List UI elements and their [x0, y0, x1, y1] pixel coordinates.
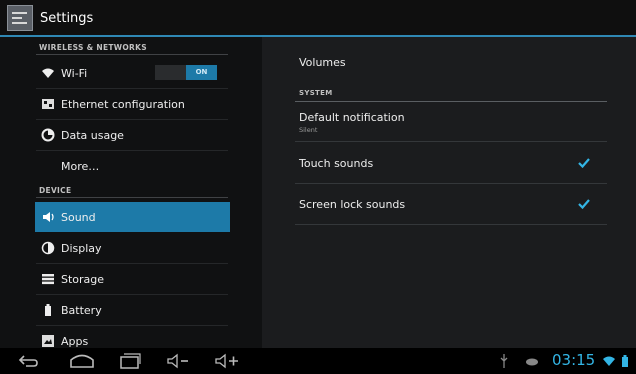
sidebar-item-storage[interactable]: Storage — [35, 264, 230, 294]
sidebar-item-label: Sound — [61, 211, 96, 224]
default-notification-item[interactable]: Default notification — [299, 111, 405, 124]
touch-sounds-item[interactable]: Touch sounds — [299, 157, 373, 170]
usb-icon — [500, 354, 508, 368]
storage-icon — [42, 274, 54, 285]
screen-lock-sounds-item[interactable]: Screen lock sounds — [299, 198, 405, 211]
data-usage-icon — [41, 128, 55, 142]
sidebar-item-apps[interactable]: Apps — [35, 326, 230, 348]
wifi-toggle[interactable]: ON — [155, 65, 217, 80]
divider — [295, 141, 607, 142]
divider — [36, 54, 228, 55]
sidebar-item-label: Display — [61, 242, 102, 255]
divider — [295, 224, 607, 225]
section-header-system: SYSTEM — [299, 89, 333, 97]
sidebar-item-sound[interactable]: Sound — [35, 202, 230, 232]
battery-status-icon — [622, 355, 628, 367]
sound-settings-pane: Volumes SYSTEM Default notification Sile… — [262, 37, 636, 348]
screen-lock-sounds-checkbox[interactable] — [577, 197, 591, 211]
touch-sounds-checkbox[interactable] — [577, 156, 591, 170]
sidebar-item-ethernet[interactable]: Ethernet configuration — [35, 89, 230, 119]
sidebar-item-wifi[interactable]: Wi-Fi ON — [35, 58, 230, 88]
sidebar-item-label: Battery — [61, 304, 102, 317]
volumes-item[interactable]: Volumes — [299, 56, 346, 69]
ethernet-icon — [42, 99, 54, 109]
display-icon — [41, 241, 55, 255]
battery-icon — [45, 304, 51, 316]
wifi-status-icon — [603, 356, 615, 366]
back-icon[interactable] — [16, 352, 40, 370]
sidebar-item-battery[interactable]: Battery — [35, 295, 230, 325]
sidebar-item-label: Wi-Fi — [61, 67, 88, 80]
section-header-wireless: WIRELESS & NETWORKS — [39, 43, 147, 52]
notification-icon — [526, 358, 538, 366]
sidebar-item-label: More… — [61, 160, 100, 173]
sound-icon — [43, 212, 54, 222]
recent-apps-icon[interactable] — [117, 352, 143, 370]
default-notification-value: Silent — [299, 126, 318, 134]
home-icon[interactable] — [67, 352, 97, 370]
toggle-state: ON — [186, 65, 217, 80]
system-nav-bar: 03:15 — [0, 348, 636, 374]
sidebar-item-label: Storage — [61, 273, 105, 286]
divider — [295, 183, 607, 184]
divider — [295, 101, 607, 102]
sidebar-item-more[interactable]: More… — [35, 151, 230, 181]
sidebar-item-label: Apps — [61, 335, 89, 348]
page-title: Settings — [40, 11, 94, 26]
volume-up-icon[interactable] — [213, 352, 241, 370]
volume-down-icon[interactable] — [165, 352, 191, 370]
sidebar-item-label: Ethernet configuration — [61, 98, 185, 111]
wifi-icon — [42, 68, 54, 78]
status-clock: 03:15 — [552, 351, 596, 369]
settings-icon[interactable] — [7, 5, 33, 31]
apps-icon — [42, 335, 54, 347]
sidebar-item-data-usage[interactable]: Data usage — [35, 120, 230, 150]
sidebar-item-label: Data usage — [61, 129, 124, 142]
sidebar-item-display[interactable]: Display — [35, 233, 230, 263]
action-bar: Settings — [0, 0, 636, 37]
divider — [36, 197, 228, 198]
section-header-device: DEVICE — [39, 186, 72, 195]
settings-sidebar: WIRELESS & NETWORKS Wi-Fi ON Ethernet co… — [0, 37, 262, 348]
